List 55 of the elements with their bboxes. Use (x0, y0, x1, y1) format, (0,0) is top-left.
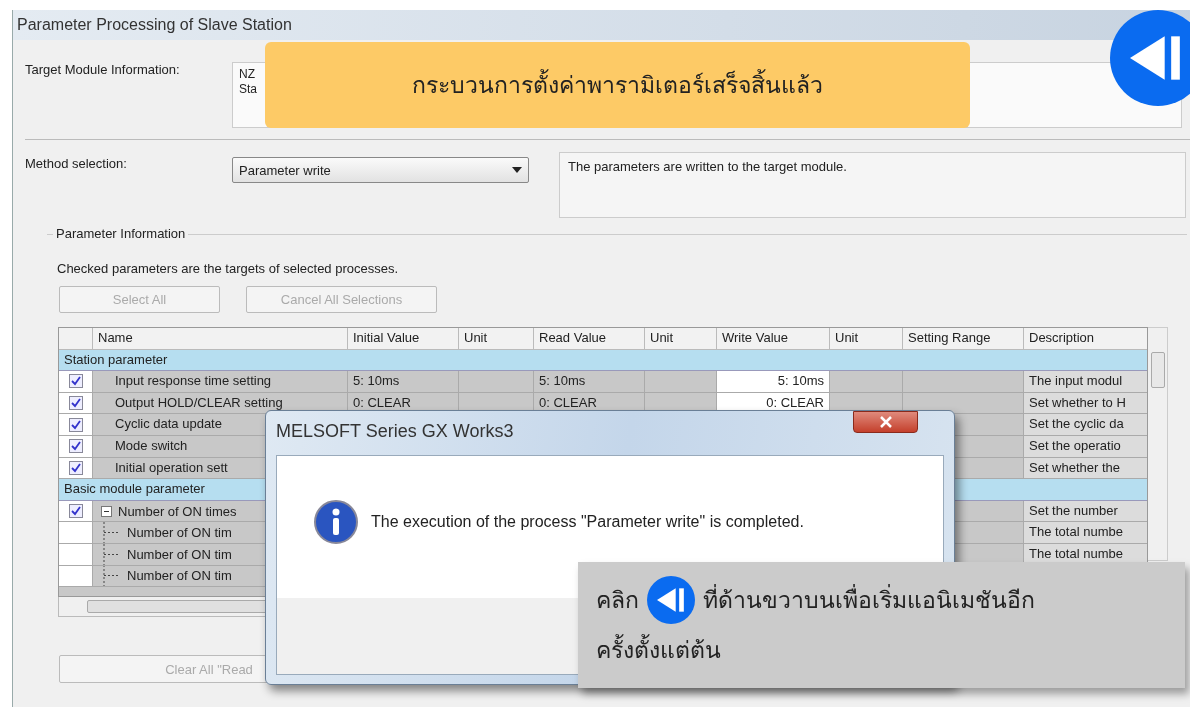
table-cell: Number of ON tim (127, 568, 232, 584)
column-header: Name (93, 328, 348, 350)
column-header: Write Value (717, 328, 830, 350)
table-cell: The total numbe (1024, 522, 1147, 544)
instruction-text: Checked parameters are the targets of selected processes. (56, 260, 400, 276)
table-cell: Number of ON tim (127, 525, 232, 541)
table-cell: 5: 10ms (534, 371, 645, 393)
group-legend: Parameter Information (53, 226, 189, 241)
info-icon (313, 499, 359, 545)
checkbox[interactable] (68, 439, 83, 454)
tree-line (103, 522, 119, 543)
dropdown-arrow-icon (512, 167, 522, 173)
table-cell: The input modul (1024, 371, 1147, 393)
table-cell: 5: 10ms (348, 371, 459, 393)
field-label: Target Module Information: (25, 61, 181, 79)
checkbox[interactable] (68, 374, 83, 389)
close-button[interactable] (853, 411, 918, 433)
window-title: Parameter Processing of Slave Station (13, 10, 1190, 40)
checkbox[interactable] (68, 504, 83, 519)
column-header: Unit (459, 328, 534, 350)
table-cell: 5: 10ms (717, 371, 830, 393)
description-box: The parameters are written to the target module. (559, 152, 1186, 218)
checkbox[interactable] (68, 417, 83, 432)
table-cell (645, 371, 717, 393)
table-cell: Input response time setting (93, 371, 348, 393)
field-label: Method selection: (25, 155, 128, 173)
scrollbar[interactable] (1148, 327, 1168, 561)
checkbox[interactable] (68, 460, 83, 475)
column-header: Setting Range (903, 328, 1024, 350)
table-cell: Number of ON tim (127, 546, 232, 562)
table-cell: Set whether the (1024, 457, 1147, 480)
tree-line (103, 543, 119, 565)
column-header: Unit (645, 328, 717, 350)
table-cell: Set the number (1024, 500, 1147, 523)
table-cell: Number of ON times (118, 503, 237, 519)
column-header (59, 328, 93, 350)
collapse-icon[interactable] (101, 505, 112, 517)
replay-icon (657, 586, 685, 614)
checkbox[interactable] (68, 396, 83, 411)
column-header: Description (1024, 328, 1147, 350)
group-row: Station parameter (59, 349, 1147, 372)
table-cell: Set whether to H (1024, 392, 1147, 415)
hint-text: ครั้งตั้งแต่ต้น (596, 632, 721, 668)
column-header: Read Value (534, 328, 645, 350)
status-banner: กระบวนการตั้งค่าพารามิเตอร์เสร็จสิ้นแล้ว (265, 42, 970, 128)
column-header: Initial Value (348, 328, 459, 350)
dialog-message: The execution of the process "Parameter write" is completed. (371, 513, 804, 531)
table-cell: Set the cyclic da (1024, 414, 1147, 436)
hint-text: ที่ด้านขวาบนเพื่อเริ่มแอนิเมชันอีก (703, 582, 1035, 618)
tree-line (103, 565, 119, 587)
column-header: Unit (830, 328, 903, 350)
hint-text: คลิก (596, 586, 639, 615)
method-dropdown[interactable]: Parameter write (232, 157, 529, 183)
table-cell: Set the operatio (1024, 435, 1147, 458)
close-icon (878, 416, 893, 428)
